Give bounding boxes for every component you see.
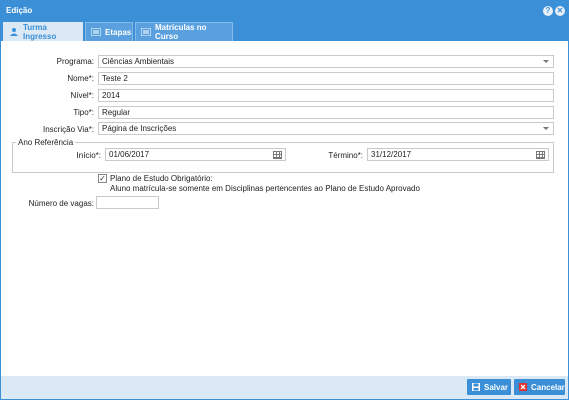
chevron-down-icon bbox=[543, 60, 549, 63]
termino-value: 31/12/2017 bbox=[371, 150, 412, 159]
inscricao-via-value: Página de Inscrições bbox=[102, 124, 177, 133]
chevron-down-icon bbox=[543, 127, 549, 130]
nome-value: Teste 2 bbox=[102, 74, 128, 83]
tab-label: Matrículas no Curso bbox=[155, 23, 207, 41]
list-icon bbox=[90, 27, 102, 37]
user-icon bbox=[9, 28, 19, 36]
ano-referencia-legend: Ano Referência bbox=[16, 138, 76, 147]
programa-select[interactable]: Ciências Ambientais bbox=[98, 55, 554, 68]
tipo-label: Tipo*: bbox=[73, 108, 94, 117]
termino-label: Término*: bbox=[328, 151, 363, 160]
inicio-value: 01/06/2017 bbox=[109, 150, 150, 159]
calendar-icon[interactable] bbox=[536, 151, 545, 159]
programa-value: Ciências Ambientais bbox=[102, 57, 175, 66]
save-icon bbox=[472, 383, 480, 391]
vagas-input[interactable] bbox=[96, 196, 159, 209]
tab-matriculas-no-curso[interactable]: Matrículas no Curso bbox=[135, 22, 233, 41]
tipo-input[interactable]: Regular bbox=[98, 106, 554, 119]
calendar-icon[interactable] bbox=[273, 151, 282, 159]
tab-bar: Turma Ingresso Etapas Matrículas no Curs… bbox=[1, 21, 568, 41]
tab-label: Etapas bbox=[105, 27, 132, 37]
plano-obrigatorio-help: Aluno matrícula-se somente em Disciplina… bbox=[110, 184, 420, 193]
tab-etapas[interactable]: Etapas bbox=[85, 22, 133, 41]
window-title: Edição bbox=[6, 6, 33, 15]
vagas-label: Número de vagas: bbox=[28, 199, 94, 208]
inicio-label: Início*: bbox=[76, 151, 101, 160]
help-icon[interactable]: ? bbox=[543, 6, 553, 16]
nivel-label: Nível*: bbox=[70, 91, 94, 100]
inicio-date-input[interactable]: 01/06/2017 bbox=[105, 148, 286, 161]
nivel-input[interactable]: 2014 bbox=[98, 89, 554, 102]
save-button[interactable]: Salvar bbox=[467, 379, 511, 395]
save-label: Salvar bbox=[484, 382, 509, 392]
edit-dialog: Edição ? ✕ Turma Ingresso Etapas Matrícu… bbox=[0, 0, 569, 400]
plano-obrigatorio-label: Plano de Estudo Obrigatório: bbox=[110, 174, 213, 183]
form-panel: Programa: Ciências Ambientais Nome*: Tes… bbox=[1, 41, 568, 376]
tab-label: Turma Ingresso bbox=[23, 23, 57, 41]
cancel-label: Cancelar bbox=[531, 382, 565, 392]
inscricao-via-label: Inscrição Via*: bbox=[43, 125, 94, 134]
tipo-value: Regular bbox=[102, 108, 131, 117]
tab-turma-ingresso[interactable]: Turma Ingresso bbox=[3, 22, 83, 41]
title-bar: Edição ? ✕ bbox=[1, 1, 568, 21]
close-icon[interactable]: ✕ bbox=[555, 6, 565, 16]
dialog-footer: Salvar Cancelar bbox=[1, 376, 568, 399]
cancel-icon bbox=[519, 383, 527, 391]
nome-input[interactable]: Teste 2 bbox=[98, 72, 554, 85]
plano-obrigatorio-checkbox[interactable]: ✓ bbox=[98, 174, 107, 183]
list-icon bbox=[140, 27, 152, 37]
nome-label: Nome*: bbox=[67, 74, 94, 83]
termino-date-input[interactable]: 31/12/2017 bbox=[367, 148, 549, 161]
cancel-button[interactable]: Cancelar bbox=[514, 379, 565, 395]
inscricao-via-select[interactable]: Página de Inscrições bbox=[98, 122, 554, 135]
programa-label: Programa: bbox=[56, 57, 94, 66]
nivel-value: 2014 bbox=[102, 91, 120, 100]
